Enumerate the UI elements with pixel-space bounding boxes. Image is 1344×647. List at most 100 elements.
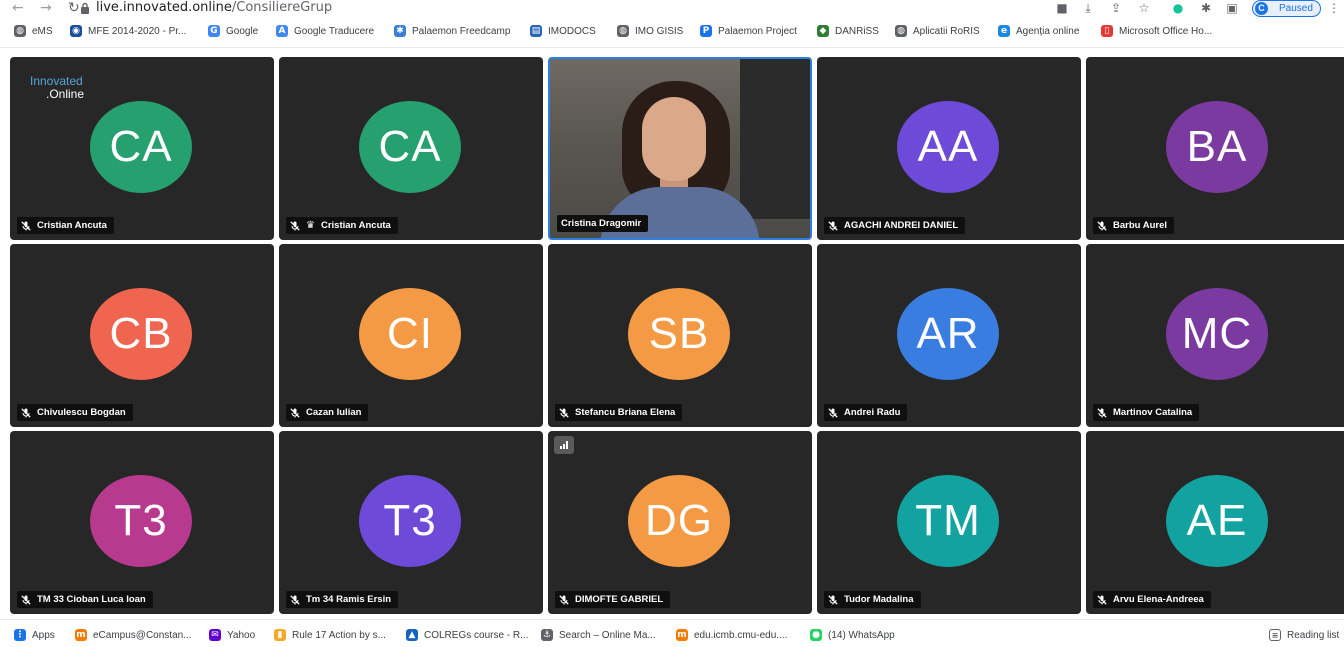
address-bar: ← → ↻ live.innovated.online/ConsiliereGr… [0, 0, 1344, 17]
install-icon[interactable]: ⤓ [1080, 1, 1096, 15]
mic-muted-icon [21, 220, 31, 231]
bookmark-mfe-2014-2020-pr[interactable]: ◉ MFE 2014-2020 - Pr... [70, 25, 186, 37]
participant-name-tag: AGACHI ANDREI DANIEL [824, 217, 966, 234]
bookmark-apps[interactable]: ⋮ Apps [14, 629, 55, 641]
participant-tile[interactable]: MC Martinov Catalina [1086, 244, 1344, 427]
bookmark-microsoft-office-ho[interactable]: ▯ Microsoft Office Ho... [1101, 25, 1212, 37]
participant-name: TM 33 Cioban Luca Ioan [37, 594, 146, 605]
participant-tile[interactable]: DG DIMOFTE GABRIEL [548, 431, 812, 614]
bookmark-palaemon-project[interactable]: P Palaemon Project [700, 25, 797, 37]
profile-status: Paused [1279, 3, 1313, 14]
participant-name-tag: TM 33 Cioban Luca Ioan [17, 591, 153, 608]
camera-icon[interactable]: ■ [1054, 1, 1070, 15]
freedcamp-icon: ✱ [394, 25, 406, 37]
bookmark-imodocs[interactable]: ▤ IMODOCS [530, 25, 596, 37]
participant-name-tag: DIMOFTE GABRIEL [555, 591, 671, 608]
participant-avatar: BA [1166, 101, 1268, 193]
participant-avatar: AA [897, 101, 999, 193]
globe-icon: ◍ [895, 25, 907, 37]
url-path: /ConsiliereGrup [231, 0, 333, 15]
participant-name: Arvu Elena-Andreea [1113, 594, 1204, 605]
participant-avatar: SB [628, 288, 730, 380]
bookmark-colregs-course-r[interactable]: ▲ COLREGs course - R... [406, 629, 528, 641]
bookmark-search-online-ma[interactable]: ⚓ Search – Online Ma... [541, 629, 656, 641]
menu-kebab-icon[interactable]: ⋮ [1326, 1, 1342, 15]
participant-tile[interactable]: T3 TM 33 Cioban Luca Ioan [10, 431, 274, 614]
participant-tile[interactable]: CI Cazan Iulian [279, 244, 543, 427]
bookmark-aplicatii-roris[interactable]: ◍ Aplicatii RoRIS [895, 25, 980, 37]
back-arrow-icon[interactable]: ← [12, 0, 24, 16]
reload-icon[interactable]: ↻ [68, 0, 80, 16]
side-panel-icon[interactable]: ▣ [1224, 1, 1240, 15]
participant-tile[interactable]: TM Tudor Madalina [817, 431, 1081, 614]
moodle-icon: m [75, 629, 87, 641]
participant-name-tag: Cazan Iulian [286, 404, 369, 421]
bookmark-imo-gisis[interactable]: ◍ IMO GISIS [617, 25, 683, 37]
url-host: live.innovated.online [96, 0, 232, 15]
participant-name-tag: Cristian Ancuta [17, 217, 114, 234]
mic-muted-icon [1097, 594, 1107, 605]
reading-list-icon: ≡ [1269, 629, 1281, 641]
bookmark-label: Agenția online [1016, 25, 1080, 37]
reading-list-button[interactable]: ≡ Reading list [1269, 629, 1339, 641]
bookmark-label: Yahoo [227, 629, 256, 641]
bookmark-google-traducere[interactable]: A Google Traducere [276, 25, 374, 37]
participant-video-tile[interactable]: Cristina Dragomir [548, 57, 812, 240]
participant-avatar: T3 [90, 475, 192, 567]
webcam-video [550, 59, 810, 238]
bookmark-label: eCampus@Constan... [93, 629, 192, 641]
google-icon: G [208, 25, 220, 37]
star-icon[interactable]: ☆ [1136, 1, 1152, 15]
bookmark-edu-icmb-cmu-edu[interactable]: m edu.icmb.cmu-edu.... [676, 629, 787, 641]
participant-tile[interactable]: SB Stefancu Briana Elena [548, 244, 812, 427]
connection-signal-icon[interactable] [554, 436, 574, 454]
bookmark-agen-ia-online[interactable]: e Agenția online [998, 25, 1079, 37]
bookmark-label: Microsoft Office Ho... [1119, 25, 1213, 37]
share-icon[interactable]: ⇪ [1108, 1, 1124, 15]
profile-button[interactable]: C Paused [1252, 0, 1321, 17]
mic-muted-icon [290, 407, 300, 418]
anchor-icon: ⚓ [541, 629, 553, 641]
grammarly-icon[interactable]: ● [1170, 1, 1186, 15]
url-field[interactable]: live.innovated.online/ConsiliereGrup [96, 0, 332, 16]
participant-avatar: AE [1166, 475, 1268, 567]
participant-name-tag: Andrei Radu [824, 404, 908, 421]
meeting-grid: CA Innovated .Online Cristian Ancuta CA ♛ Cris… [0, 48, 1344, 619]
bookmark-label: Search – Online Ma... [559, 629, 656, 641]
participant-tile[interactable]: CB Chivulescu Bogdan [10, 244, 274, 427]
bookmark-rule-17-action-by-s[interactable]: ▮ Rule 17 Action by s... [274, 629, 386, 641]
participant-name-tag: Arvu Elena-Andreea [1093, 591, 1211, 608]
participant-tile[interactable]: AA AGACHI ANDREI DANIEL [817, 57, 1081, 240]
participant-name-tag: Tudor Madalina [824, 591, 921, 608]
circle-logo-icon: ◉ [70, 25, 82, 37]
bookmark-google[interactable]: G Google [208, 25, 258, 37]
bookmark-palaemon-freedcamp[interactable]: ✱ Palaemon Freedcamp [394, 25, 510, 37]
participant-name-tag: Cristina Dragomir [557, 215, 649, 232]
lock-icon[interactable] [80, 2, 90, 14]
bookmark-label: IMODOCS [548, 25, 596, 37]
participant-tile[interactable]: CA Innovated .Online Cristian Ancuta [10, 57, 274, 240]
extensions-puzzle-icon[interactable]: ✱ [1198, 1, 1214, 15]
participant-name: Cristian Ancuta [37, 220, 107, 231]
participant-name-tag: Chivulescu Bogdan [17, 404, 133, 421]
participant-tile[interactable]: AE Arvu Elena-Andreea [1086, 431, 1344, 614]
bookmark-14-whatsapp[interactable]: ● (14) WhatsApp [810, 629, 895, 641]
bookmark-label: Google Traducere [294, 25, 375, 37]
participant-name: Cristina Dragomir [561, 218, 642, 229]
participant-tile[interactable]: CA ♛ Cristian Ancuta [279, 57, 543, 240]
participant-tile[interactable]: T3 Tm 34 Ramis Ersin [279, 431, 543, 614]
mic-muted-icon [1097, 220, 1107, 231]
translate-icon: A [276, 25, 288, 37]
participant-name-tag: ♛ Cristian Ancuta [286, 217, 398, 234]
bookmark-ems[interactable]: ◍ eMS [14, 25, 53, 37]
docs-icon: ▤ [530, 25, 542, 37]
bookmark-danriss[interactable]: ◆ DANRiSS [817, 25, 879, 37]
bookmark-yahoo[interactable]: ✉ Yahoo [209, 629, 255, 641]
logo-line-2: .Online [46, 87, 85, 101]
bookmark-ecampus-constan[interactable]: m eCampus@Constan... [75, 629, 192, 641]
participant-tile[interactable]: AR Andrei Radu [817, 244, 1081, 427]
participant-avatar: T3 [359, 475, 461, 567]
forward-arrow-icon[interactable]: → [40, 0, 52, 16]
bookmark-label: DANRiSS [835, 25, 879, 37]
participant-tile[interactable]: BA Barbu Aurel [1086, 57, 1344, 240]
